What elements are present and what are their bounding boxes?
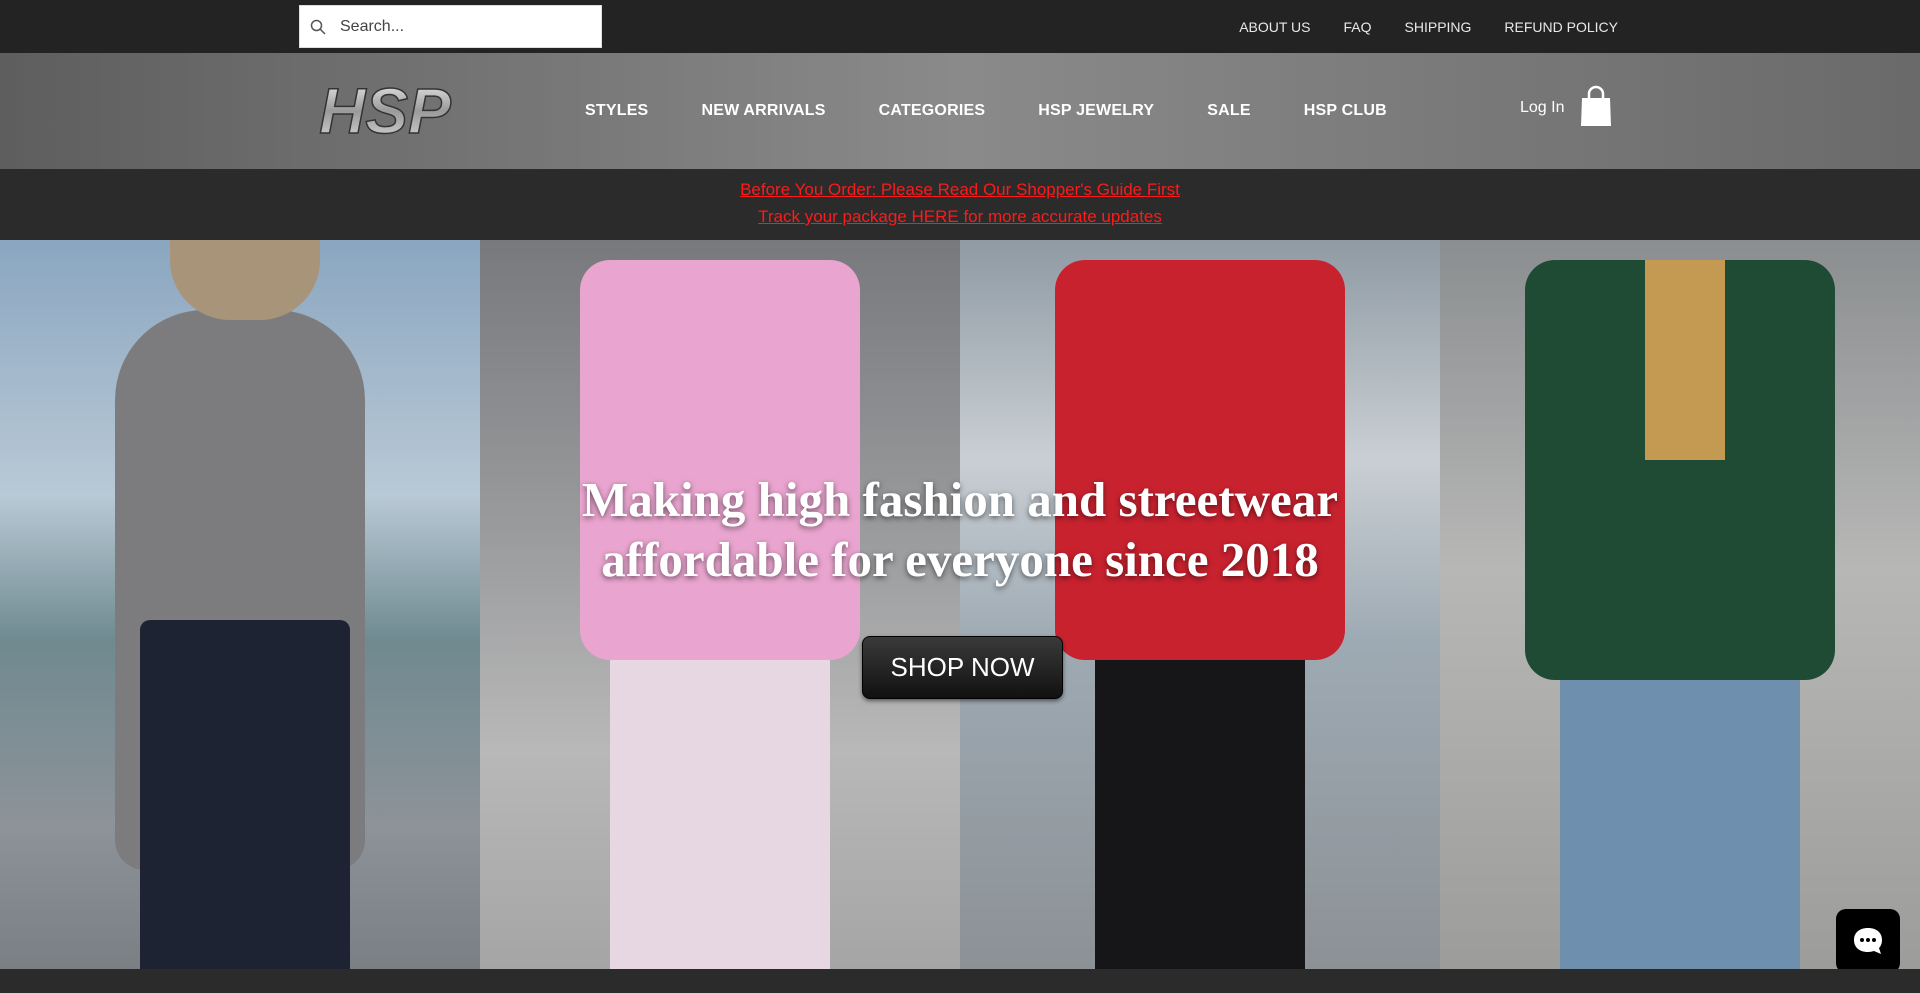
- top-link-refund-policy[interactable]: REFUND POLICY: [1504, 19, 1618, 35]
- chat-button[interactable]: [1836, 909, 1900, 973]
- nav-styles[interactable]: STYLES: [585, 102, 648, 120]
- nav-hsp-club[interactable]: HSP CLUB: [1304, 102, 1387, 120]
- search-input[interactable]: [338, 16, 592, 37]
- search-icon: [310, 19, 326, 35]
- logo-text: HSP: [319, 75, 451, 145]
- nav-new-arrivals[interactable]: NEW ARRIVALS: [701, 102, 825, 120]
- track-package-link[interactable]: Track your package HERE for more accurat…: [0, 207, 1920, 227]
- announcement-bar: Before You Order: Please Read Our Shoppe…: [0, 169, 1920, 240]
- nav-sale[interactable]: SALE: [1207, 102, 1250, 120]
- nav-hsp-jewelry[interactable]: HSP JEWELRY: [1038, 102, 1154, 120]
- hero-image-green-jacket: [1440, 240, 1920, 969]
- top-links: ABOUT US FAQ SHIPPING REFUND POLICY: [1206, 0, 1618, 53]
- shop-now-button[interactable]: SHOP NOW: [862, 636, 1063, 699]
- top-bar: ABOUT US FAQ SHIPPING REFUND POLICY: [0, 0, 1920, 53]
- chat-bubble-icon: [1854, 928, 1882, 954]
- hero-image-red-jacket: [960, 240, 1440, 969]
- hero-heading: Making high fashion and streetwear affor…: [0, 470, 1920, 590]
- nav-categories[interactable]: CATEGORIES: [879, 102, 986, 120]
- shopping-bag-icon[interactable]: [1580, 85, 1612, 127]
- search-box[interactable]: [299, 5, 602, 48]
- top-link-faq[interactable]: FAQ: [1344, 19, 1372, 35]
- login-link[interactable]: Log In: [1520, 99, 1564, 117]
- main-header: HSP STYLES NEW ARRIVALS CATEGORIES HSP J…: [0, 53, 1920, 169]
- hero-heading-line2: affordable for everyone since 2018: [601, 532, 1319, 587]
- top-link-about-us[interactable]: ABOUT US: [1239, 19, 1310, 35]
- hsp-logo[interactable]: HSP: [305, 75, 465, 145]
- top-link-shipping[interactable]: SHIPPING: [1405, 19, 1472, 35]
- hero-banner: [0, 240, 1920, 969]
- hero-image-grey-hoodie: [0, 240, 480, 969]
- hero-image-pink-jacket: [480, 240, 960, 969]
- bottom-strip: [0, 969, 1920, 993]
- main-nav: STYLES NEW ARRIVALS CATEGORIES HSP JEWEL…: [585, 53, 1440, 169]
- shoppers-guide-link[interactable]: Before You Order: Please Read Our Shoppe…: [0, 180, 1920, 200]
- hero-heading-line1: Making high fashion and streetwear: [582, 472, 1338, 527]
